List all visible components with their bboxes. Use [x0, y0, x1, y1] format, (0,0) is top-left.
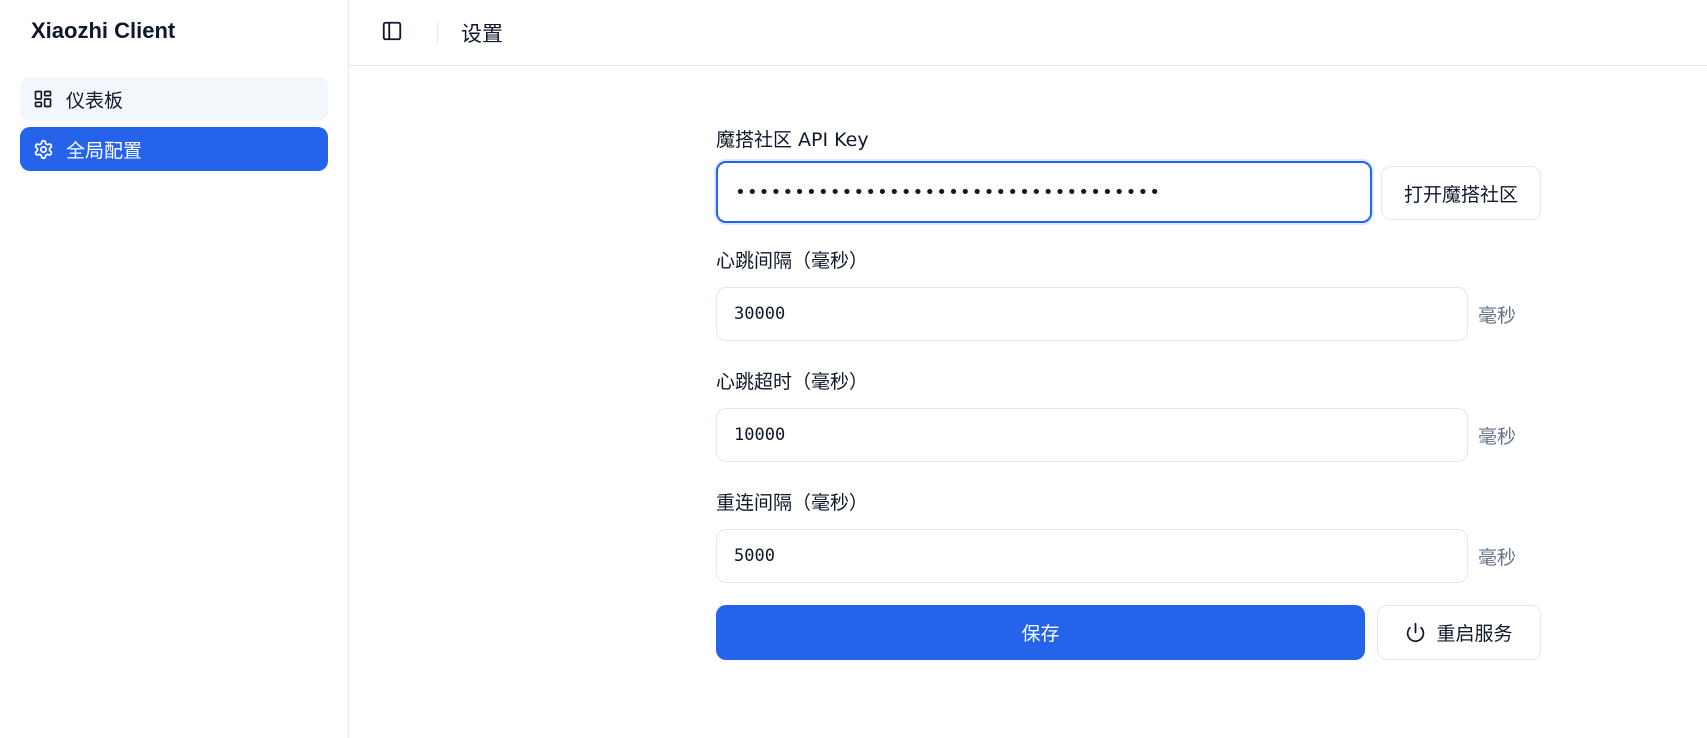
- api-key-input[interactable]: [716, 161, 1372, 223]
- header-divider: [437, 22, 438, 44]
- sidebar-item-global-config[interactable]: 全局配置: [20, 127, 328, 171]
- page-title: 设置: [461, 22, 503, 46]
- sidebar-toggle-icon: [381, 20, 403, 46]
- dashboard-icon: [32, 88, 54, 110]
- sidebar-item-label: 全局配置: [66, 139, 143, 162]
- heartbeat-interval-input[interactable]: [716, 287, 1468, 341]
- heartbeat-timeout-label: 心跳超时（毫秒）: [716, 371, 869, 393]
- reconnect-interval-label: 重连间隔（毫秒）: [716, 492, 869, 514]
- api-key-label: 魔搭社区 API Key: [716, 129, 869, 151]
- power-icon: [1405, 622, 1426, 643]
- app-brand: Xiaozhi Client: [31, 18, 176, 43]
- reconnect-interval-unit: 毫秒: [1478, 547, 1517, 569]
- top-header: 设置: [350, 0, 1707, 66]
- save-button-label: 保存: [1021, 623, 1060, 645]
- sidebar-item-label: 仪表板: [66, 89, 124, 112]
- heartbeat-timeout-unit: 毫秒: [1478, 426, 1517, 448]
- reconnect-interval-input[interactable]: [716, 529, 1468, 583]
- restart-service-label: 重启服务: [1436, 623, 1513, 645]
- sidebar-toggle-button[interactable]: [379, 20, 405, 46]
- app-root: Xiaozhi Client 仪表板 全局配置 设置 魔搭社区 API Key …: [0, 0, 1707, 738]
- save-button[interactable]: 保存: [716, 605, 1365, 660]
- open-modelscope-button[interactable]: 打开魔搭社区: [1381, 166, 1541, 220]
- sidebar-item-dashboard[interactable]: 仪表板: [20, 77, 328, 121]
- restart-service-button[interactable]: 重启服务: [1377, 605, 1541, 660]
- heartbeat-timeout-input[interactable]: [716, 408, 1468, 462]
- heartbeat-interval-label: 心跳间隔（毫秒）: [716, 250, 869, 272]
- gear-icon: [32, 138, 54, 160]
- sidebar: Xiaozhi Client 仪表板 全局配置: [0, 0, 349, 738]
- heartbeat-interval-unit: 毫秒: [1478, 305, 1517, 327]
